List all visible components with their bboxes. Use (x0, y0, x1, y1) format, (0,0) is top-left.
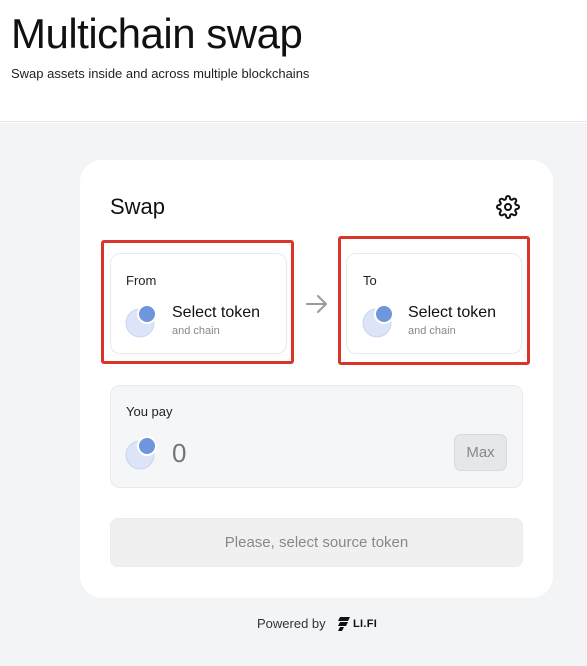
to-chain-text: and chain (408, 325, 456, 337)
max-button[interactable]: Max (454, 434, 507, 471)
page-header: Multichain swap Swap assets inside and a… (0, 0, 587, 122)
powered-by-text: Powered by (257, 616, 326, 631)
arrow-right-icon (306, 295, 327, 313)
to-select-token-text: Select token (408, 304, 497, 321)
page-subtitle: Swap assets inside and across multiple b… (11, 66, 310, 81)
lifi-logo[interactable]: LI.FI (338, 617, 377, 631)
lifi-brand-text: LI.FI (353, 618, 378, 630)
pay-token-icon (125, 436, 157, 470)
to-label: To (363, 273, 377, 288)
from-token-icon (125, 304, 157, 338)
gear-icon[interactable] (496, 195, 520, 219)
lifi-icon (338, 617, 350, 631)
page-title: Multichain swap (11, 10, 303, 57)
submit-swap-button[interactable]: Please, select source token (110, 518, 523, 567)
amount-input[interactable] (172, 438, 372, 468)
swap-title: Swap (110, 194, 166, 219)
from-label: From (126, 273, 157, 288)
you-pay-label: You pay (126, 404, 173, 419)
from-chain-text: and chain (172, 325, 220, 337)
to-token-icon (362, 304, 394, 338)
from-select-token-text: Select token (172, 304, 261, 321)
